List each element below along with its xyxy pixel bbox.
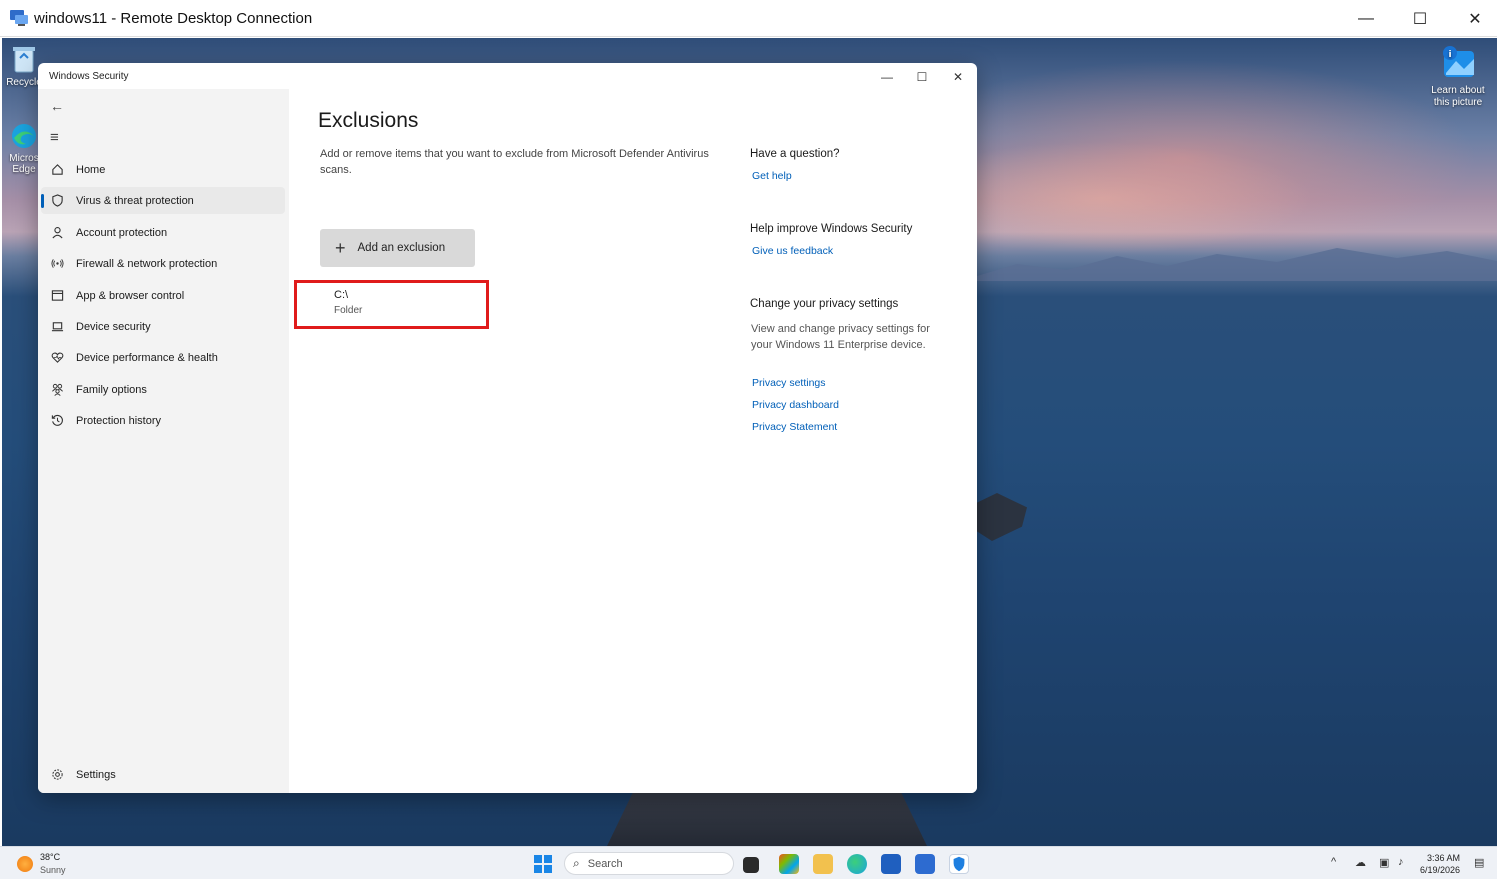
privacy-description: View and change privacy settings for you…	[751, 323, 930, 351]
hamburger-menu-button[interactable]: ≡	[50, 129, 59, 146]
info-picture-icon: i	[1443, 46, 1474, 77]
recycle-bin-icon	[13, 47, 35, 73]
sidebar-item-firewall-network-protection[interactable]: Firewall & network protection	[41, 250, 285, 277]
sidebar-item-device-security[interactable]: Device security	[41, 313, 285, 340]
sidebar-item-label: Protection history	[76, 414, 161, 427]
cloud-off-icon[interactable]: ☁	[1355, 856, 1366, 869]
rdp-maximize-button[interactable]: ☐	[1402, 6, 1438, 32]
sidebar-item-label: Home	[76, 163, 106, 176]
laptop-icon	[50, 320, 64, 334]
mountains-decoration	[977, 248, 1497, 281]
add-exclusion-button[interactable]: + Add an exclusion	[320, 229, 475, 267]
store-icon[interactable]	[881, 854, 901, 874]
family-icon	[50, 383, 64, 397]
window-title: Windows Security	[49, 71, 129, 82]
window-close-button[interactable]: ✕	[943, 68, 973, 86]
system-clock[interactable]: 3:36 AM 6/19/2026	[1420, 852, 1460, 876]
window-minimize-button[interactable]: —	[872, 68, 902, 86]
rock-decoration	[977, 493, 1027, 541]
heart-icon	[50, 351, 64, 365]
privacy-statement-link[interactable]: Privacy Statement	[752, 421, 837, 433]
edge-icon	[12, 124, 36, 148]
help-improve-heading: Help improve Windows Security	[750, 223, 913, 235]
sidebar-item-virus-threat-protection[interactable]: Virus & threat protection	[41, 187, 285, 214]
sidebar-item-app-browser-control[interactable]: App & browser control	[41, 282, 285, 309]
windows-security-taskbar-icon[interactable]	[949, 854, 969, 874]
taskbar-search[interactable]: ⌕ Search	[564, 852, 734, 875]
sidebar-item-account-protection[interactable]: Account protection	[41, 219, 285, 246]
svg-text:i: i	[1448, 50, 1451, 60]
rdp-minimize-button[interactable]: —	[1348, 6, 1384, 32]
search-placeholder: Search	[587, 857, 623, 870]
sidebar-item-label: Account protection	[76, 226, 168, 239]
exclusion-item[interactable]: C:\ Folder	[294, 280, 489, 329]
sidebar-item-label: Firewall & network protection	[76, 257, 218, 270]
back-button[interactable]: ←	[50, 98, 64, 114]
exclusion-path: C:\	[334, 289, 349, 301]
clock-date: 6/19/2026	[1420, 865, 1461, 875]
main-content: Exclusions Add or remove items that you …	[289, 89, 977, 793]
windows-logo-tile	[534, 855, 542, 863]
window-maximize-button[interactable]: ☐	[907, 68, 937, 86]
exclusion-type: Folder	[334, 305, 363, 316]
sidebar-item-label: Virus & threat protection	[76, 194, 194, 207]
remote-desktop-icon	[9, 9, 29, 27]
pier-decoration	[607, 793, 927, 846]
plus-icon: +	[335, 237, 346, 258]
rdp-window-title: windows11 - Remote Desktop Connection	[34, 10, 313, 27]
edge-taskbar-icon[interactable]	[847, 854, 867, 874]
window-title-bar: Windows Security — ☐ ✕	[38, 63, 977, 89]
sidebar-item-home[interactable]: Home	[41, 156, 285, 183]
learn-about-picture[interactable]: i Learn about this picture	[1430, 45, 1486, 109]
page-title: Exclusions	[318, 109, 419, 132]
volume-icon[interactable]: ♪	[1398, 856, 1404, 868]
sidebar-item-device-performance-health[interactable]: Device performance & health	[41, 344, 285, 371]
notification-icon[interactable]: ▤	[1474, 856, 1484, 869]
privacy-dashboard-link[interactable]: Privacy dashboard	[752, 399, 839, 411]
history-icon	[50, 414, 64, 428]
privacy-settings-link[interactable]: Privacy settings	[752, 377, 826, 389]
chevron-up-icon[interactable]: ^	[1331, 856, 1336, 868]
start-button[interactable]	[534, 855, 552, 873]
add-exclusion-label: Add an exclusion	[357, 242, 446, 254]
microsoft365-icon[interactable]	[779, 854, 799, 874]
sidebar: ← ≡ Home Virus & threat protection Accou…	[38, 89, 289, 793]
network-icon[interactable]: ▣	[1379, 856, 1389, 869]
windows-security-window: Windows Security — ☐ ✕ ← ≡ Home Virus & …	[38, 63, 977, 793]
powershell-icon[interactable]	[915, 854, 935, 874]
weather-temperature[interactable]: 38°C	[40, 852, 60, 862]
app-window-icon	[50, 289, 64, 303]
learn-about-label: Learn about this picture	[1431, 85, 1485, 108]
weather-sun-icon[interactable]	[17, 856, 33, 872]
task-view-icon[interactable]	[743, 857, 759, 873]
wifi-icon	[50, 257, 64, 271]
person-icon	[50, 226, 64, 240]
rdp-title-bar: windows11 - Remote Desktop Connection — …	[0, 0, 1497, 37]
sidebar-item-label: Family options	[76, 383, 147, 396]
privacy-heading: Change your privacy settings	[750, 298, 899, 310]
give-feedback-link[interactable]: Give us feedback	[752, 245, 833, 257]
sidebar-item-protection-history[interactable]: Protection history	[41, 407, 285, 434]
get-help-link[interactable]: Get help	[752, 170, 792, 182]
file-explorer-icon[interactable]	[813, 854, 833, 874]
clock-time: 3:36 AM	[1426, 853, 1460, 863]
windows-logo-tile	[544, 855, 552, 863]
have-question-heading: Have a question?	[750, 148, 840, 160]
windows-logo-tile	[534, 865, 542, 873]
home-icon	[50, 163, 64, 177]
taskbar: 38°C Sunny ⌕ Search ^ ☁ ▣ ♪ 3:36 AM 6/19…	[0, 846, 1497, 879]
page-description: Add or remove items that you want to exc…	[320, 148, 709, 176]
sidebar-item-label: App & browser control	[76, 289, 185, 302]
sidebar-item-settings[interactable]: Settings	[41, 761, 285, 788]
sidebar-item-family-options[interactable]: Family options	[41, 376, 285, 403]
gear-icon	[50, 768, 64, 782]
sidebar-item-label: Settings	[76, 768, 116, 781]
rdp-close-button[interactable]: ✕	[1457, 6, 1493, 32]
shield-icon	[50, 194, 64, 208]
search-icon: ⌕	[573, 856, 580, 870]
weather-condition[interactable]: Sunny	[40, 865, 66, 875]
sidebar-item-label: Device security	[76, 320, 151, 333]
windows-logo-tile	[544, 865, 552, 873]
sidebar-item-label: Device performance & health	[76, 351, 218, 364]
